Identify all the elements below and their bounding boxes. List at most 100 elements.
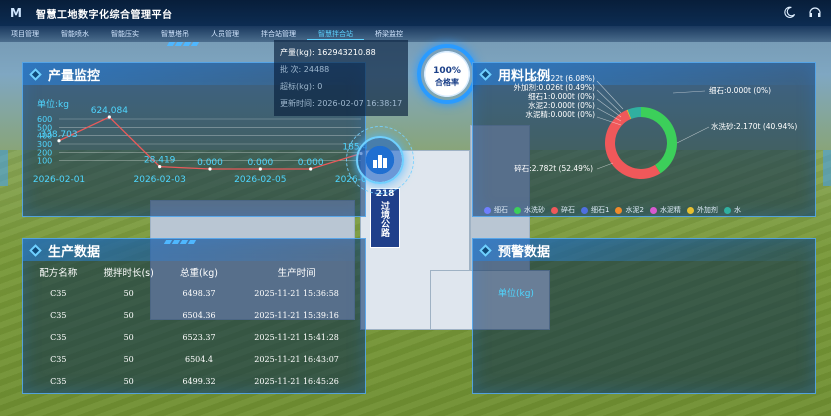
data-label: 338.703 (40, 130, 77, 140)
material-donut-chart: 细石:0.000t (0%) 水洗砂:2.170t (40.94%) 碎石:2.78… (513, 73, 797, 179)
slice-label: 外加剂:0.026t (0.49%) (513, 82, 595, 92)
legend-item[interactable]: 细石1 (581, 205, 609, 215)
table-cell: 6504.36 (182, 310, 216, 320)
slice-label: 水:0.322t (6.08%) (528, 73, 595, 83)
data-label: 0.000 (247, 158, 273, 168)
info-updated-row: 更新时间: 2026-02-07 16:38:17 (280, 95, 402, 112)
moon-icon[interactable] (781, 4, 797, 20)
panel-title: 生产数据 (48, 244, 101, 260)
legend-item[interactable]: 碎石 (551, 205, 575, 215)
legend-item[interactable]: 水泥精 (649, 205, 681, 215)
nav-item-crane[interactable]: 智慧塔吊 (150, 29, 200, 39)
column-header: 生产时间 (277, 268, 316, 279)
updated-value: 2026-02-07 16:38:17 (317, 99, 403, 108)
table-cell: C35 (50, 332, 67, 342)
legend-item[interactable]: 水泥2 (615, 205, 644, 215)
table-cell: 2025-11-21 16:45:26 (254, 376, 339, 386)
nav-item-spray[interactable]: 智能喷水 (50, 29, 100, 39)
table-cell: 2025-11-21 15:36:58 (254, 288, 339, 298)
table-row: C35 50 6499.32 2025-11-21 16:45:26 (28, 370, 364, 392)
legend-dot-icon (514, 206, 521, 214)
table-cell: C35 (50, 310, 67, 320)
batch-value: 24488 (303, 65, 330, 74)
table-row: C35 50 6504.4 2025-11-21 16:43:07 (28, 348, 364, 370)
table-cell: 6504.4 (185, 354, 213, 364)
table-cell: 6499.32 (182, 376, 216, 386)
y-tick-label: 200 (37, 148, 52, 157)
nav-item-personnel[interactable]: 人员管理 (200, 29, 250, 39)
material-ratio-panel: 用料比例 细石:0.000t (0%) 水洗砂:2.170t (40.94%) 碎石… (472, 62, 816, 217)
legend-label: 水泥2 (625, 206, 644, 214)
x-tick-label: 2026-02-03 (134, 175, 186, 185)
pass-rate-gauge: 100% 合格率 (417, 44, 477, 104)
output-value: 162943210.88 (317, 48, 376, 57)
header-icons (781, 4, 823, 20)
y-tick-label: 100 (37, 157, 52, 166)
slice-label: 细石1:0.000t (0%) (528, 91, 595, 101)
table-cell: 6523.37 (182, 332, 216, 342)
legend-item[interactable]: 外加剂 (686, 205, 718, 215)
y-tick-label: 600 (37, 115, 52, 124)
data-label: 0.000 (298, 158, 324, 168)
column-header: 搅拌时长(s) (103, 268, 154, 279)
left-side-tab[interactable] (0, 150, 8, 186)
leader-line (596, 162, 614, 170)
column-header: 配方名称 (39, 268, 78, 279)
pass-rate-label: 合格率 (435, 78, 459, 87)
nav-item-smart-mixing[interactable]: 智慧拌合站 (307, 29, 364, 40)
slice-label: 水洗砂:2.170t (40.94%) (711, 121, 797, 131)
center-hub-icon[interactable] (356, 136, 404, 184)
legend-item[interactable]: 水洗砂 (514, 205, 545, 215)
nav-item-bridge[interactable]: 桥梁监控 (364, 29, 414, 39)
batch-label: 批 次: (280, 65, 302, 74)
panel-header: 预警数据 (473, 239, 815, 261)
legend-dot-icon (649, 206, 657, 214)
legend-dot-icon (723, 206, 731, 214)
slice-label: 碎石:2.782t (52.49%) (514, 163, 593, 173)
table-cell: C35 (50, 354, 67, 364)
legend-label: 细石1 (591, 206, 610, 214)
table-cell: 50 (123, 288, 134, 298)
legend-label: 水洗砂 (524, 206, 545, 214)
table-row: C35 50 6498.37 2025-11-21 15:36:58 (28, 282, 364, 304)
legend-item[interactable]: 水 (723, 205, 741, 215)
legend-label: 外加剂 (696, 206, 718, 214)
warning-unit-label: 单位(kg) (498, 289, 534, 299)
panel-title: 预警数据 (498, 244, 551, 260)
table-header-row: 配方名称 搅拌时长(s) 总重(kg) 生产时间 (28, 262, 364, 282)
table-cell: C35 (50, 288, 67, 298)
overweight-value: 0 (317, 82, 323, 91)
legend-dot-icon (551, 206, 558, 214)
warning-data-panel: 预警数据 (472, 238, 816, 394)
x-tick-label: 2026-02-01 (33, 175, 85, 185)
nav-item-project[interactable]: 项目管理 (0, 29, 50, 39)
legend-item[interactable]: 细石 (484, 205, 508, 215)
table-cell: 50 (123, 354, 134, 364)
legend-label: 水泥精 (659, 206, 681, 214)
production-data-table: 配方名称 搅拌时长(s) 总重(kg) 生产时间 C35 50 6498.37 … (28, 262, 364, 392)
table-cell: 50 (123, 310, 134, 320)
table-row: C35 50 6523.37 2025-11-21 15:41:28 (28, 326, 364, 348)
table-cell: 2025-11-21 15:41:28 (254, 332, 339, 342)
nav-item-mixing-plant-mgmt[interactable]: 拌合站管理 (250, 29, 307, 39)
headset-icon[interactable] (807, 4, 823, 20)
data-label: 0.000 (197, 158, 223, 168)
table-cell: 50 (123, 376, 134, 386)
donut-slice (641, 107, 677, 174)
right-side-tab[interactable] (823, 150, 831, 186)
data-label: 624.084 (91, 106, 128, 116)
panel-diamond-icon (479, 243, 492, 257)
app-logo: M (10, 6, 22, 20)
legend-dot-icon (581, 206, 588, 214)
nav-item-compaction[interactable]: 智能压实 (100, 29, 150, 39)
updated-label: 更新时间: (280, 99, 315, 108)
pass-rate-value: 100% (433, 66, 461, 76)
table-cell: C35 (50, 376, 67, 386)
panel-diamond-icon (29, 243, 42, 257)
slice-label: 水泥2:0.000t (0%) (528, 100, 595, 110)
legend-label: 细石 (494, 206, 508, 214)
panel-stripes-decoration (166, 42, 825, 46)
info-overweight-row: 超标(kg): 0 (280, 78, 402, 95)
road-sign-text: 过境公路 (379, 201, 389, 237)
table-cell: 6498.37 (182, 288, 216, 298)
